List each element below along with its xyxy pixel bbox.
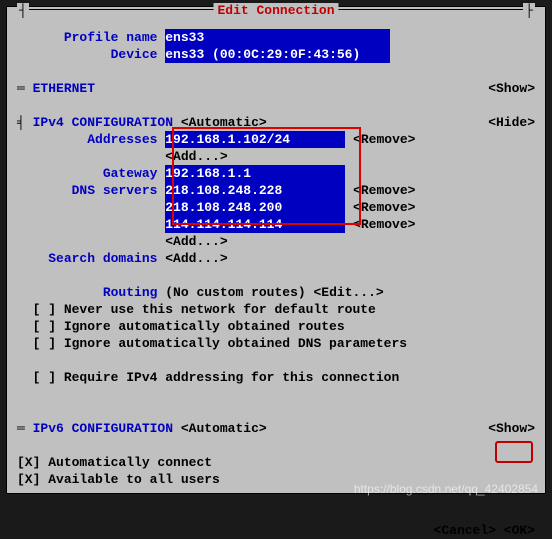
check-default-route[interactable]: [ ] Never use this network for default r…	[17, 301, 535, 318]
address-value-0[interactable]: 192.168.1.102/24	[165, 131, 345, 148]
routing-label: Routing	[17, 285, 157, 300]
ok-button[interactable]: <OK>	[504, 523, 535, 538]
check-ignore-dns[interactable]: [ ] Ignore automatically obtained DNS pa…	[17, 335, 535, 352]
dns-0[interactable]: 218.108.248.228	[165, 182, 345, 199]
ipv4-hide[interactable]: <Hide>	[488, 114, 535, 131]
check-require-ipv4[interactable]: [ ] Require IPv4 addressing for this con…	[17, 369, 535, 386]
addresses-label: Addresses	[17, 132, 157, 147]
ipv4-expand[interactable]: ╡	[17, 115, 33, 130]
ipv4-mode[interactable]: <Automatic>	[181, 115, 267, 130]
dns-add[interactable]: <Add...>	[165, 234, 227, 249]
dns-2[interactable]: 114.114.114.114	[165, 216, 345, 233]
device-label: Device	[17, 47, 157, 62]
dns-remove-0[interactable]: <Remove>	[353, 183, 415, 198]
dns-remove-2[interactable]: <Remove>	[353, 217, 415, 232]
routing-edit[interactable]: <Edit...>	[314, 285, 384, 300]
profile-input[interactable]: ens33	[165, 29, 390, 46]
address-add[interactable]: <Add...>	[165, 149, 227, 164]
ipv6-show[interactable]: <Show>	[488, 420, 535, 437]
device-input[interactable]: ens33 (00:0C:29:0F:43:56)	[165, 46, 390, 63]
cancel-button[interactable]: <Cancel>	[434, 523, 496, 538]
ethernet-expand[interactable]: ═	[17, 81, 33, 96]
search-add[interactable]: <Add...>	[165, 251, 227, 266]
profile-label: Profile name	[17, 30, 157, 45]
check-auto-connect[interactable]: [X] Automatically connect	[17, 454, 535, 471]
ethernet-label: ETHERNET	[33, 81, 95, 96]
ipv6-expand[interactable]: ═	[17, 421, 33, 436]
gateway-value[interactable]: 192.168.1.1	[165, 165, 345, 182]
title-bar-right: ├	[523, 3, 535, 18]
ipv6-mode[interactable]: <Automatic>	[181, 421, 267, 436]
dns-label: DNS servers	[17, 183, 157, 198]
dns-1[interactable]: 218.108.248.200	[165, 199, 345, 216]
ethernet-show[interactable]: <Show>	[488, 80, 535, 97]
ipv4-label: IPv4 CONFIGURATION	[33, 115, 173, 130]
watermark: https://blog.csdn.net/qq_42402854	[354, 482, 538, 496]
ipv6-label: IPv6 CONFIGURATION	[33, 421, 173, 436]
dns-remove-1[interactable]: <Remove>	[353, 200, 415, 215]
address-remove-0[interactable]: <Remove>	[353, 132, 415, 147]
window-title: Edit Connection	[213, 3, 338, 18]
gateway-label: Gateway	[17, 166, 157, 181]
routing-value: (No custom routes)	[165, 285, 305, 300]
title-bar-left: ┤	[17, 3, 29, 18]
check-ignore-routes[interactable]: [ ] Ignore automatically obtained routes	[17, 318, 535, 335]
search-label: Search domains	[17, 251, 157, 266]
